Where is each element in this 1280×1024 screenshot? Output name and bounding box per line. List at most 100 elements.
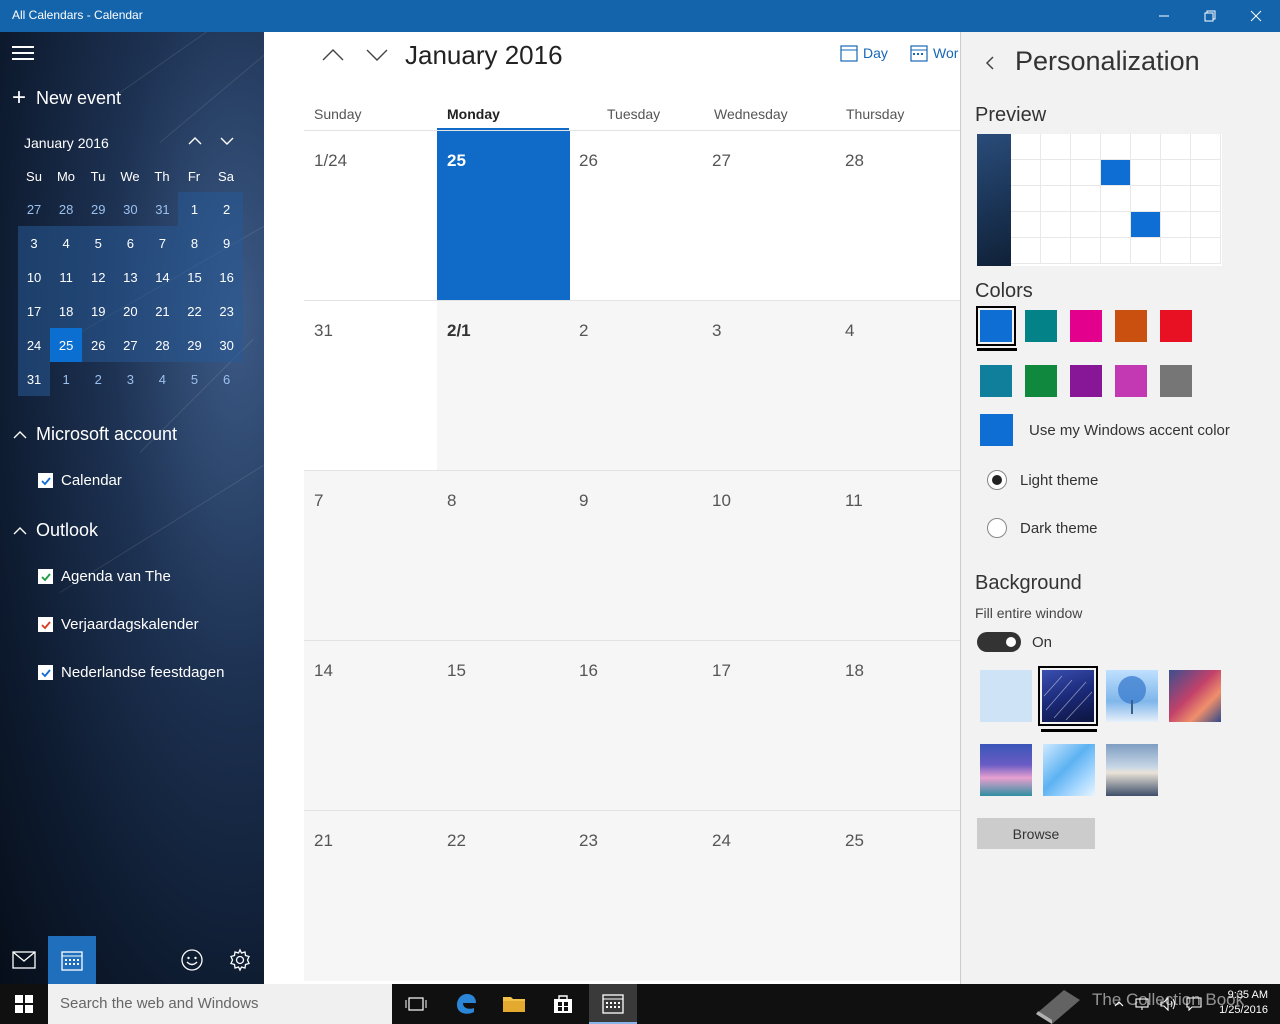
calendar-item-verjaardagskalender[interactable]: Verjaardagskalender: [38, 616, 199, 633]
group-outlook[interactable]: Outlook: [12, 520, 98, 541]
mini-calendar-day[interactable]: 3: [18, 226, 51, 260]
mini-calendar-day[interactable]: 18: [50, 294, 83, 328]
mini-calendar-day[interactable]: 6: [114, 226, 147, 260]
taskbar-clock[interactable]: 9:35 AM 1/25/2016: [1208, 988, 1268, 1018]
month-day-today[interactable]: 25: [437, 131, 570, 301]
mini-calendar-day[interactable]: 6: [211, 362, 243, 396]
fill-window-toggle[interactable]: [977, 632, 1021, 652]
next-month-icon[interactable]: [364, 44, 392, 68]
group-microsoft-account[interactable]: Microsoft account: [12, 424, 177, 445]
edge-browser-icon[interactable]: [442, 984, 490, 1024]
month-day-cell[interactable]: 14: [304, 641, 437, 811]
minimize-button[interactable]: [1141, 0, 1187, 32]
color-swatch[interactable]: [976, 306, 1016, 346]
light-theme-radio[interactable]: [987, 470, 1007, 490]
mini-calendar-day[interactable]: 1: [50, 362, 82, 396]
light-theme-option[interactable]: Light theme: [987, 470, 1098, 490]
work-week-view-button[interactable]: Wor: [910, 44, 958, 62]
month-day-cell[interactable]: 15: [437, 641, 570, 811]
background-thumb-plain[interactable]: [980, 670, 1032, 722]
mini-calendar-prev-icon[interactable]: [186, 132, 206, 152]
month-day-cell[interactable]: 26: [569, 131, 702, 301]
month-day-cell[interactable]: 25: [835, 811, 968, 981]
background-thumb-canyon[interactable]: [1169, 670, 1221, 722]
mini-calendar-day[interactable]: 2: [82, 362, 114, 396]
hamburger-menu-icon[interactable]: [12, 46, 34, 60]
background-thumb-hills[interactable]: [980, 744, 1032, 796]
month-day-cell[interactable]: 3: [702, 301, 835, 471]
mini-calendar-day[interactable]: 12: [82, 260, 115, 294]
new-event-button[interactable]: + New event: [12, 86, 121, 110]
calendar-item-agenda[interactable]: Agenda van The: [38, 568, 171, 585]
color-swatch[interactable]: [1025, 365, 1057, 397]
mini-calendar-day[interactable]: 1: [178, 192, 211, 226]
dark-theme-radio[interactable]: [987, 518, 1007, 538]
browse-button[interactable]: Browse: [977, 818, 1095, 849]
mini-calendar-next-icon[interactable]: [218, 132, 238, 152]
month-day-cell[interactable]: 10: [702, 471, 835, 641]
fill-window-toggle-row[interactable]: On: [977, 632, 1052, 652]
color-swatch[interactable]: [1070, 310, 1102, 342]
store-icon[interactable]: [539, 984, 587, 1024]
color-swatch[interactable]: [1160, 365, 1192, 397]
month-day-cell[interactable]: 22: [437, 811, 570, 981]
background-thumb-crystal[interactable]: [1043, 744, 1095, 796]
mini-calendar-day[interactable]: 27: [18, 192, 50, 226]
network-icon[interactable]: [1135, 984, 1151, 1024]
checkbox-icon[interactable]: [38, 665, 53, 680]
mini-calendar-day[interactable]: 3: [114, 362, 146, 396]
month-day-cell[interactable]: 1/24: [304, 131, 437, 301]
mini-calendar-day[interactable]: 24: [18, 328, 51, 362]
mini-calendar-day[interactable]: 15: [178, 260, 211, 294]
color-swatch[interactable]: [1115, 365, 1147, 397]
mini-calendar-day[interactable]: 17: [18, 294, 51, 328]
mini-calendar-day[interactable]: 5: [82, 226, 115, 260]
month-day-cell[interactable]: 23: [569, 811, 702, 981]
back-arrow-icon[interactable]: [983, 54, 999, 72]
mini-calendar-day[interactable]: 23: [210, 294, 243, 328]
color-swatch[interactable]: [1025, 310, 1057, 342]
checkbox-icon[interactable]: [38, 473, 53, 488]
mini-calendar-day[interactable]: 31: [146, 192, 178, 226]
mini-calendar-day[interactable]: 10: [18, 260, 51, 294]
month-day-cell[interactable]: 7: [304, 471, 437, 641]
feedback-smiley-icon[interactable]: [168, 936, 216, 984]
mini-calendar-day[interactable]: 28: [146, 328, 179, 362]
dark-theme-option[interactable]: Dark theme: [987, 518, 1098, 538]
taskbar-search-box[interactable]: Search the web and Windows: [48, 984, 392, 1024]
close-button[interactable]: [1233, 0, 1279, 32]
mini-calendar-day[interactable]: 20: [114, 294, 147, 328]
mini-calendar-day[interactable]: 28: [50, 192, 82, 226]
calendar-taskbar-icon[interactable]: [589, 984, 637, 1024]
mini-calendar-day[interactable]: 16: [210, 260, 243, 294]
restore-button[interactable]: [1187, 0, 1233, 32]
background-thumb-tree[interactable]: [1106, 670, 1158, 722]
mini-calendar-day[interactable]: 30: [210, 328, 243, 362]
action-center-icon[interactable]: [1186, 984, 1202, 1024]
month-day-cell[interactable]: 4: [835, 301, 968, 471]
calendar-item-calendar[interactable]: Calendar: [38, 472, 122, 489]
mini-calendar-day[interactable]: 4: [50, 226, 83, 260]
mini-calendar-day[interactable]: 11: [50, 260, 83, 294]
mini-calendar-day[interactable]: 22: [178, 294, 211, 328]
month-day-cell[interactable]: 17: [702, 641, 835, 811]
month-day-cell[interactable]: 8: [437, 471, 570, 641]
month-day-cell[interactable]: 21: [304, 811, 437, 981]
month-day-cell[interactable]: 16: [569, 641, 702, 811]
previous-month-icon[interactable]: [320, 44, 348, 68]
mini-calendar-day[interactable]: 29: [178, 328, 211, 362]
color-swatch[interactable]: [980, 365, 1012, 397]
settings-gear-icon[interactable]: [216, 936, 264, 984]
show-hidden-icons-icon[interactable]: [1113, 984, 1125, 1024]
checkbox-icon[interactable]: [38, 617, 53, 632]
mini-calendar-today[interactable]: 25: [50, 328, 83, 362]
color-swatch[interactable]: [1160, 310, 1192, 342]
mini-calendar-day[interactable]: 31: [18, 362, 51, 396]
background-thumb-lake[interactable]: [1106, 744, 1158, 796]
mini-calendar-day[interactable]: 26: [82, 328, 115, 362]
month-day-cell[interactable]: 24: [702, 811, 835, 981]
mini-calendar-day[interactable]: 9: [210, 226, 243, 260]
checkbox-icon[interactable]: [38, 569, 53, 584]
mini-calendar-day[interactable]: 8: [178, 226, 211, 260]
mini-calendar-day[interactable]: 27: [114, 328, 147, 362]
